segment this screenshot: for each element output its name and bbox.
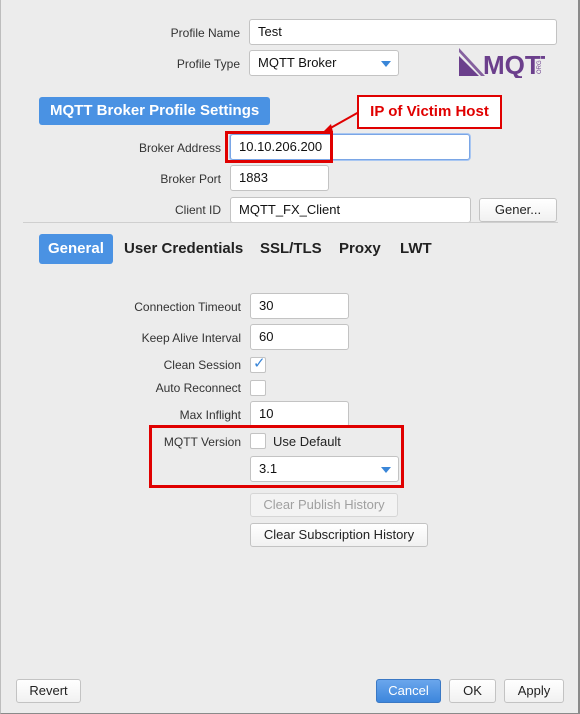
profile-settings-window: Profile Name Test Profile Type MQTT Brok… [0, 0, 580, 714]
profile-type-label: Profile Type [176, 57, 240, 71]
ok-button[interactable]: OK [449, 679, 496, 703]
broker-address-label: Broker Address [138, 141, 221, 155]
cancel-button[interactable]: Cancel [376, 679, 441, 703]
broker-port-input[interactable]: 1883 [230, 165, 329, 191]
checkmark-icon: ✓ [253, 355, 266, 372]
max-inflight-label: Max Inflight [179, 408, 241, 422]
client-id-input[interactable]: MQTT_FX_Client [230, 197, 471, 223]
clear-subscription-history-button[interactable]: Clear Subscription History [250, 523, 428, 547]
connection-timeout-input[interactable]: 30 [250, 293, 349, 319]
profile-name-input[interactable]: Test [249, 19, 557, 45]
logo-text: MQTT [483, 50, 545, 78]
section-divider [23, 222, 558, 223]
apply-button[interactable]: Apply [504, 679, 564, 703]
tab-ssl-tls[interactable]: SSL/TLS [260, 234, 322, 264]
profile-type-select[interactable]: MQTT Broker [249, 50, 399, 76]
revert-button[interactable]: Revert [16, 679, 81, 703]
max-inflight-input[interactable]: 10 [250, 401, 349, 427]
tab-lwt[interactable]: LWT [400, 234, 432, 264]
annotation-callout: IP of Victim Host [357, 95, 502, 129]
profile-name-label: Profile Name [170, 26, 240, 40]
logo-sub: ORG [537, 60, 543, 74]
broker-port-label: Broker Port [160, 172, 221, 186]
clear-publish-history-button[interactable]: Clear Publish History [250, 493, 398, 517]
clean-session-label: Clean Session [163, 358, 241, 372]
clean-session-checkbox[interactable]: ✓ [250, 355, 266, 373]
mqtt-logo: MQTT ORG [459, 48, 545, 78]
tab-user-credentials[interactable]: User Credentials [124, 234, 243, 264]
profile-type-value: MQTT Broker [258, 55, 337, 70]
annotation-box-broker-address [225, 131, 333, 163]
tab-general[interactable]: General [39, 234, 113, 264]
generate-client-id-button[interactable]: Gener... [479, 198, 557, 222]
tab-proxy[interactable]: Proxy [339, 234, 381, 264]
annotation-box-mqtt-version [149, 425, 404, 488]
auto-reconnect-label: Auto Reconnect [155, 381, 241, 395]
connection-timeout-label: Connection Timeout [134, 300, 241, 314]
chevron-down-icon [381, 61, 391, 67]
keep-alive-input[interactable]: 60 [250, 324, 349, 350]
auto-reconnect-checkbox[interactable] [250, 380, 266, 396]
broker-profile-settings-header: MQTT Broker Profile Settings [39, 97, 271, 125]
client-id-label: Client ID [174, 203, 221, 217]
keep-alive-label: Keep Alive Interval [141, 331, 241, 345]
